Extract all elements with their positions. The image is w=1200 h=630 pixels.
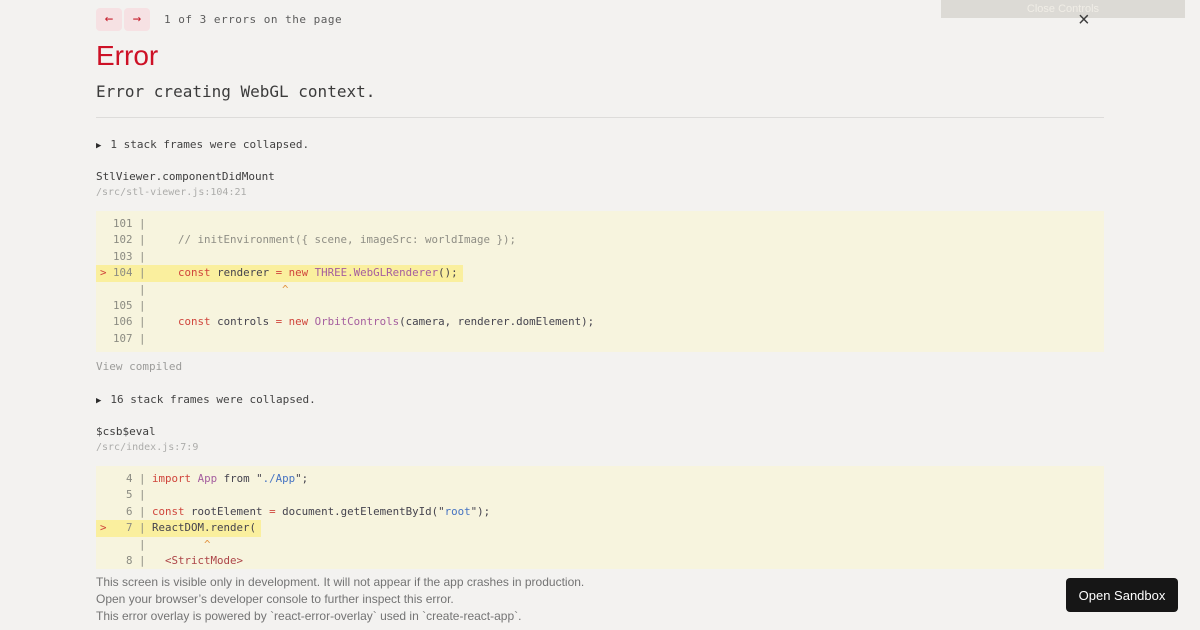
divider [96, 117, 1104, 118]
collapsed-frames-toggle-1[interactable]: ▶ 1 stack frames were collapsed. [96, 138, 309, 151]
error-title: Error [96, 40, 159, 71]
error-message: Error creating WebGL context. [96, 82, 376, 101]
close-controls-button[interactable]: Close Controls [941, 0, 1185, 18]
code-line: 106 | const controls = new OrbitControls… [106, 315, 595, 329]
code-snippet-2: 4 | import App from "./App"; 5 | 6 | con… [96, 466, 1104, 569]
footer-line: This screen is visible only in developme… [96, 575, 585, 589]
error-counter: 1 of 3 errors on the page [164, 13, 343, 26]
open-sandbox-button[interactable]: Open Sandbox [1066, 578, 1178, 612]
collapsed-frames-label: 1 stack frames were collapsed. [110, 138, 310, 151]
stack-frame-function-2: $csb$eval [96, 425, 156, 438]
code-line: 5 | [106, 488, 153, 502]
code-line: 6 | const rootElement = document.getElem… [106, 504, 491, 518]
previous-error-button[interactable]: ← [96, 8, 122, 31]
footer-line: Open your browser’s developer console to… [96, 592, 454, 606]
error-overlay-page: Close Controls × ← → 1 of 3 errors on th… [0, 0, 1200, 630]
code-line: 105 | [106, 298, 153, 312]
code-snippet-1: 101 | 102 | // initEnvironment({ scene, … [96, 211, 1104, 352]
stack-frame-function-1: StlViewer.componentDidMount [96, 170, 275, 183]
collapsed-frames-toggle-2[interactable]: ▶ 16 stack frames were collapsed. [96, 393, 316, 406]
code-line: 8 | <StrictMode> [106, 553, 244, 567]
error-navigation: ← → 1 of 3 errors on the page [96, 8, 342, 31]
collapsed-frames-label: 16 stack frames were collapsed. [110, 393, 316, 406]
code-line: 4 | import App from "./App"; [106, 472, 309, 485]
close-icon[interactable]: × [1078, 10, 1090, 30]
expand-triangle-icon: ▶ [96, 141, 102, 151]
footer-line: This error overlay is powered by `react-… [96, 609, 522, 623]
code-line: 102 | // initEnvironment({ scene, imageS… [106, 233, 517, 247]
stack-frame-path-2: /src/index.js:7:9 [96, 442, 199, 453]
dev-mode-disclaimer: This screen is visible only in developme… [96, 574, 584, 625]
code-line: 107 | [106, 331, 153, 345]
next-error-button[interactable]: → [124, 8, 150, 31]
code-caret-line: | ^ [100, 282, 289, 296]
expand-triangle-icon: ▶ [96, 396, 102, 406]
code-line: > 7 | ReactDOM.render( [96, 520, 262, 537]
code-line: > 104 | const renderer = new THREE.WebGL… [96, 265, 463, 282]
stack-frame-path-1: /src/stl-viewer.js:104:21 [96, 187, 247, 198]
code-caret-line: | ^ [100, 537, 211, 551]
code-line: 103 | [106, 249, 153, 263]
view-compiled-link[interactable]: View compiled [96, 360, 182, 373]
code-line: 101 | [106, 217, 153, 230]
